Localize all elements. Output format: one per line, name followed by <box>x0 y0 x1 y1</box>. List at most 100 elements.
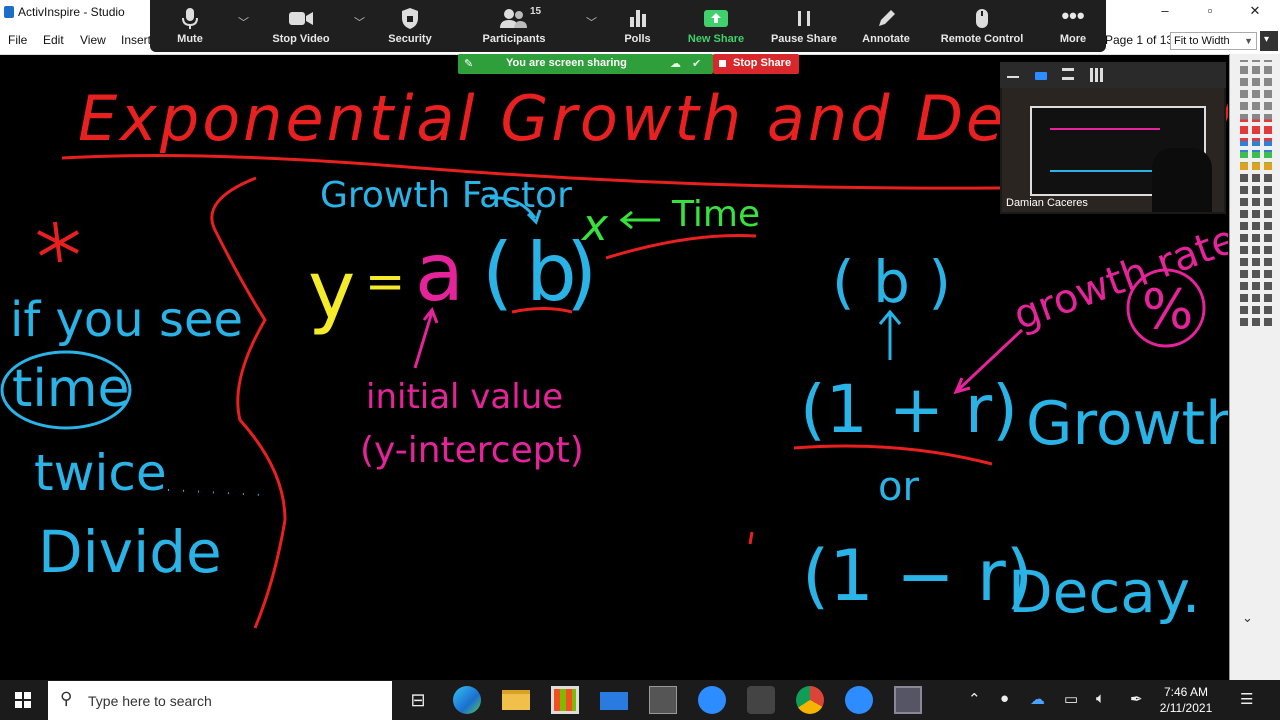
taskbar-clock[interactable]: 7:46 AM 2/11/2021 <box>1150 684 1222 716</box>
task-view-icon[interactable]: ⊟ <box>404 686 432 714</box>
one-plus-r-text: (1 + r) <box>800 371 1018 448</box>
stop-share-button[interactable]: Stop Share <box>713 54 799 74</box>
clock-time: 7:46 AM <box>1163 685 1209 699</box>
formula-a: a <box>415 226 464 319</box>
chrome-browser-icon[interactable] <box>796 686 824 714</box>
volume-icon[interactable]: 🔈︎ <box>1096 690 1105 707</box>
windows-start-icon[interactable] <box>15 692 31 708</box>
onedrive-icon[interactable]: ☁ <box>1030 690 1045 708</box>
polls-label: Polls <box>624 33 651 45</box>
menu-insert[interactable]: Insert <box>121 33 151 47</box>
show-hidden-icons-icon[interactable]: ⌃ <box>968 690 981 708</box>
more-button[interactable]: ••• More <box>1048 0 1098 52</box>
edge-browser-icon[interactable] <box>453 686 481 714</box>
stop-video-button[interactable]: Stop Video <box>268 0 334 52</box>
pause-share-label: Pause Share <box>770 33 838 45</box>
participant-count-badge: 15 <box>530 6 542 17</box>
file-explorer-icon[interactable] <box>502 690 530 710</box>
formula-y: y <box>308 244 355 337</box>
minimize-video-button[interactable] <box>1007 76 1019 78</box>
network-icon[interactable]: ▭ <box>1064 690 1078 708</box>
page-menu-button[interactable]: ▾ <box>1260 31 1278 51</box>
strip-view-icon[interactable] <box>1062 68 1074 80</box>
share-arrow-icon <box>680 7 752 31</box>
audio-options-caret[interactable]: ﹀ <box>238 14 249 30</box>
gallery-view-icon[interactable] <box>1090 68 1104 82</box>
pause-share-button[interactable]: Pause Share <box>764 0 844 52</box>
remote-control-button[interactable]: Remote Control <box>934 0 1030 52</box>
b-paren-text: ( b ) <box>832 248 951 316</box>
zoom-level-select[interactable]: Fit to Width ▼ <box>1170 32 1257 50</box>
new-share-button[interactable]: New Share <box>680 0 752 52</box>
close-button[interactable]: ✕ <box>1240 3 1270 19</box>
annotate-button[interactable]: Annotate <box>854 0 918 52</box>
time-label: Time <box>671 194 760 235</box>
polls-icon <box>610 7 665 31</box>
one-minus-r-text: (1 − r) <box>802 535 1033 617</box>
shield-check-icon: ✔ <box>692 58 702 70</box>
growth-label: Growth <box>1026 389 1228 459</box>
zoom-meeting-icon[interactable] <box>845 686 873 714</box>
screen-sharing-banner[interactable]: ✎ You are screen sharing ☁ ✔ <box>458 54 713 74</box>
keyword-time: time <box>12 359 129 419</box>
activinspire-taskbar-icon[interactable] <box>649 686 677 714</box>
video-thumbnail-panel[interactable]: Damian Caceres <box>1000 62 1226 214</box>
camera-recorder-icon[interactable] <box>747 686 775 714</box>
mail-icon[interactable] <box>600 692 628 710</box>
mouse-icon <box>934 7 1030 31</box>
keyword-divide: Divide <box>38 518 222 586</box>
microphone-tray-icon[interactable]: ● <box>1000 690 1009 707</box>
security-label: Security <box>388 33 432 45</box>
formula-equals: = <box>365 254 405 310</box>
participants-options-caret[interactable]: ﹀ <box>586 14 597 30</box>
video-camera-icon <box>268 7 334 31</box>
maximize-button[interactable]: ▫ <box>1195 3 1225 18</box>
mute-label: Mute <box>177 33 203 45</box>
activinspire-toolbox[interactable]: ⌄ <box>1229 54 1280 680</box>
time-arrow <box>619 210 660 230</box>
new-share-label: New Share <box>687 33 745 45</box>
time-underline <box>605 233 757 260</box>
minimize-button[interactable]: – <box>1150 3 1180 18</box>
mute-button[interactable]: Mute <box>160 0 220 52</box>
divider-curve <box>210 176 287 629</box>
video-scribble-icon <box>1050 128 1160 172</box>
formula-open-paren: ( <box>482 226 513 319</box>
menu-edit[interactable]: Edit <box>43 33 64 47</box>
remote-control-label: Remote Control <box>940 33 1024 45</box>
polls-button[interactable]: Polls <box>610 0 665 52</box>
video-panel-header <box>1000 62 1226 88</box>
video-options-caret[interactable]: ﹀ <box>354 14 365 30</box>
participant-name: Damian Caceres <box>1006 197 1088 209</box>
clock-date: 2/11/2021 <box>1159 701 1213 715</box>
connection-icon: ☁ <box>670 58 681 70</box>
toolbox-scroll-down-icon[interactable]: ⌄ <box>1242 610 1253 626</box>
or-text: or <box>878 464 919 510</box>
app-title: ActivInspire - Studio <box>18 5 125 19</box>
stop-video-label: Stop Video <box>272 33 330 45</box>
initial-value-text: initial value <box>366 377 563 417</box>
active-speaker-view-button[interactable] <box>1035 72 1047 80</box>
fraction-line <box>793 444 993 466</box>
menu-file[interactable]: File <box>8 33 27 47</box>
toolbox-grid[interactable] <box>1236 60 1276 330</box>
chevron-down-icon: ▼ <box>1244 36 1253 46</box>
ellipsis-icon: ••• <box>1061 3 1085 28</box>
menu-view[interactable]: View <box>80 33 106 47</box>
pen-ink-icon[interactable]: ✒ <box>1130 690 1143 708</box>
participants-label: Participants <box>482 33 546 45</box>
keyword-twice: twice <box>34 444 167 502</box>
growth-rate-text: growth rate <box>1008 216 1228 339</box>
app-logo-icon <box>4 6 14 18</box>
taskbar-search-input[interactable]: ⚲ Type here to search <box>48 681 392 720</box>
calculator-icon[interactable] <box>894 686 922 714</box>
stop-square-icon <box>719 60 726 67</box>
pencil-icon <box>854 7 918 31</box>
notifications-icon[interactable]: ☰ <box>1240 690 1253 708</box>
microsoft-store-icon[interactable] <box>551 686 579 714</box>
exponent-x: x <box>580 200 609 251</box>
pin-icon: ✎ <box>464 58 474 70</box>
search-placeholder: Type here to search <box>88 693 212 709</box>
zoom-app-icon[interactable] <box>698 686 726 714</box>
security-button[interactable]: Security <box>380 0 440 52</box>
